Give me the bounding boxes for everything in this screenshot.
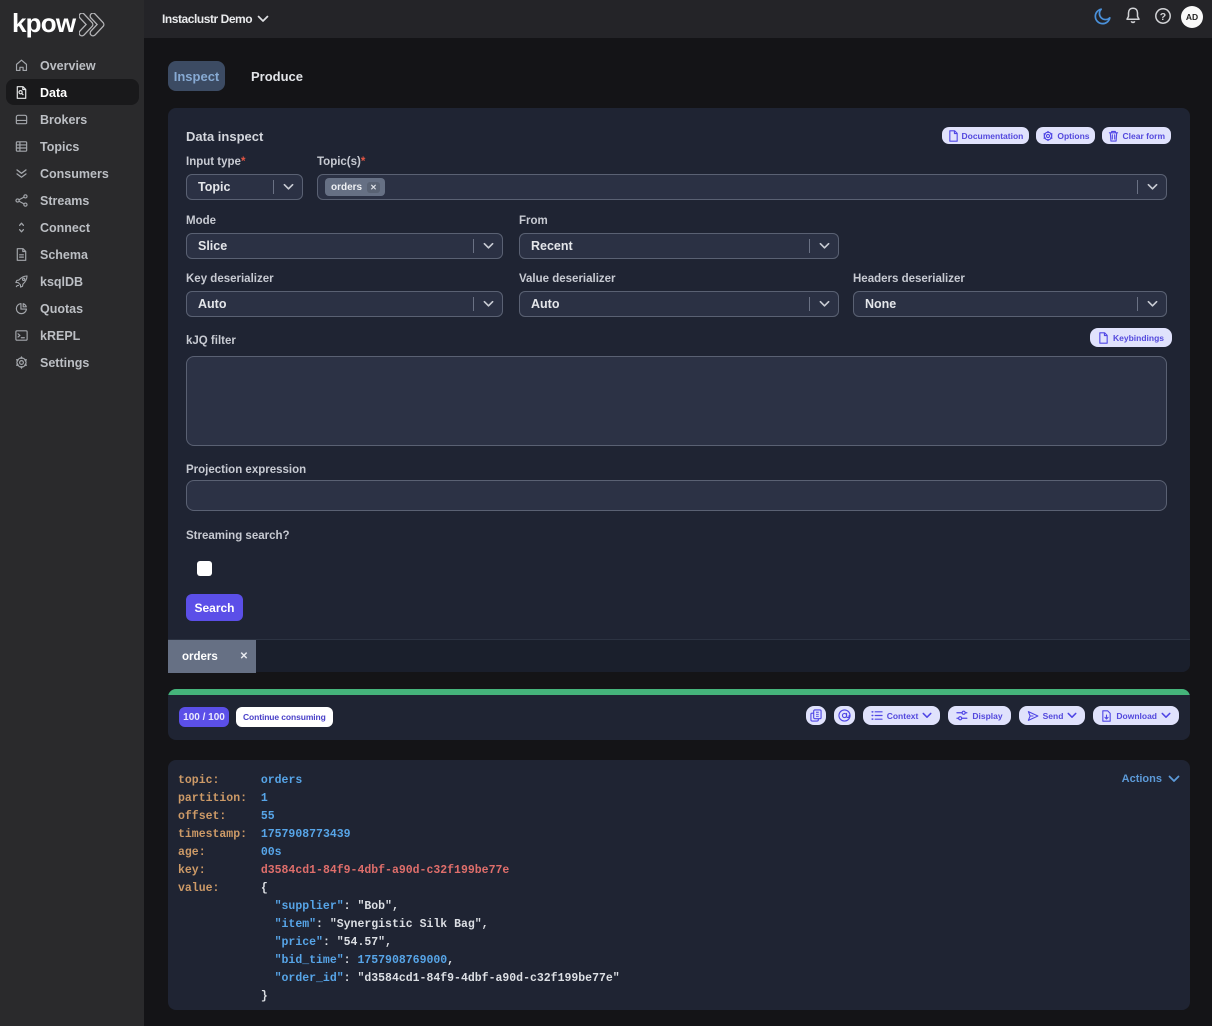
svg-text:?: ? [1160, 11, 1166, 23]
